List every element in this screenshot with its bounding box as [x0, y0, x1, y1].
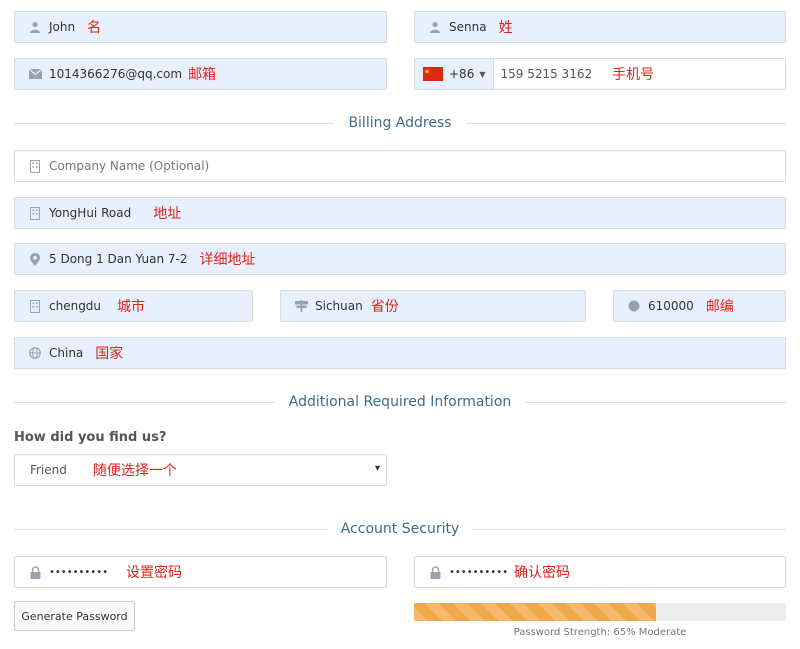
address2-field[interactable]: 5 Dong 1 Dan Yuan 7-2 详细地址: [14, 243, 786, 275]
confirm-password-value: ••••••••••: [449, 566, 508, 578]
state-value: Sichuan: [315, 299, 363, 313]
company-name-placeholder: Company Name (Optional): [49, 159, 210, 173]
country-code-selector[interactable]: +86 ▼: [415, 59, 495, 89]
signpost-icon: [293, 298, 309, 314]
company-name-field[interactable]: Company Name (Optional): [14, 150, 786, 182]
city-field[interactable]: chengdu 城市: [14, 290, 253, 322]
phone-number-input[interactable]: 159 5215 3162 手机号: [494, 59, 785, 89]
referral-question-label: How did you find us?: [14, 430, 167, 445]
address1-annotation: 地址: [153, 206, 182, 222]
phone-field[interactable]: +86 ▼ 159 5215 3162 手机号: [414, 58, 786, 90]
phone-number-value: 159 5215 3162: [500, 67, 593, 81]
chevron-down-icon: ▾: [374, 463, 380, 474]
password-field[interactable]: •••••••••• 设置密码: [14, 556, 387, 588]
circle-icon: [626, 298, 642, 314]
country-annotation: 国家: [95, 346, 124, 362]
country-field[interactable]: China 国家: [14, 337, 786, 369]
referral-selected-value: Friend: [30, 463, 67, 477]
state-annotation: 省份: [370, 299, 399, 315]
password-value: ••••••••••: [49, 566, 108, 578]
email-value: 1014366276@qq.com: [49, 67, 183, 81]
first-name-value: John: [49, 20, 76, 34]
generate-password-button[interactable]: Generate Password: [14, 601, 135, 631]
account-security-divider: Account Security: [14, 519, 786, 539]
envelope-icon: [27, 66, 43, 82]
last-name-value: Senna: [449, 20, 487, 34]
address2-value: 5 Dong 1 Dan Yuan 7-2: [49, 252, 188, 266]
address2-annotation: 详细地址: [199, 252, 256, 268]
confirm-password-field[interactable]: •••••••••• 确认密码: [414, 556, 786, 588]
last-name-field[interactable]: Senna 姓: [414, 11, 786, 43]
globe-icon: [27, 345, 43, 361]
first-name-annotation: 名: [87, 20, 102, 36]
postcode-field[interactable]: 610000 邮编: [613, 290, 786, 322]
password-strength-bar: [414, 603, 786, 621]
password-strength-text: Password Strength: 65% Moderate: [513, 627, 687, 638]
lock-icon: [427, 564, 443, 580]
account-security-title: Account Security: [340, 521, 460, 537]
last-name-annotation: 姓: [498, 20, 513, 36]
lock-icon: [27, 564, 43, 580]
additional-info-title: Additional Required Information: [288, 394, 512, 410]
additional-info-divider: Additional Required Information: [14, 392, 786, 412]
building-icon: [27, 158, 43, 174]
building-icon: [27, 298, 43, 314]
address1-value: YongHui Road: [49, 206, 132, 220]
china-flag-icon: [423, 67, 443, 81]
caret-down-icon: ▼: [479, 69, 486, 79]
billing-address-divider: Billing Address: [14, 113, 787, 133]
state-field[interactable]: Sichuan 省份: [280, 290, 586, 322]
referral-annotation: 随便选择一个: [92, 463, 177, 479]
address1-field[interactable]: YongHui Road 地址: [14, 197, 786, 229]
phone-annotation: 手机号: [612, 67, 655, 83]
building-icon: [27, 205, 43, 221]
password-annotation: 设置密码: [125, 565, 182, 581]
country-value: China: [49, 346, 84, 360]
user-icon: [427, 19, 443, 35]
postcode-annotation: 邮编: [705, 299, 734, 315]
postcode-value: 610000: [648, 299, 694, 313]
country-code: +86: [449, 67, 475, 81]
billing-address-title: Billing Address: [348, 115, 452, 131]
email-field[interactable]: 1014366276@qq.com 邮箱: [14, 58, 387, 90]
user-icon: [27, 19, 43, 35]
first-name-field[interactable]: John 名: [14, 11, 387, 43]
confirm-password-annotation: 确认密码: [513, 565, 570, 581]
city-value: chengdu: [49, 299, 102, 313]
map-pin-icon: [27, 251, 43, 267]
city-annotation: 城市: [117, 299, 146, 315]
password-strength-fill: [414, 603, 656, 621]
referral-select[interactable]: Friend 随便选择一个 ▾: [14, 454, 387, 486]
email-annotation: 邮箱: [188, 67, 217, 83]
